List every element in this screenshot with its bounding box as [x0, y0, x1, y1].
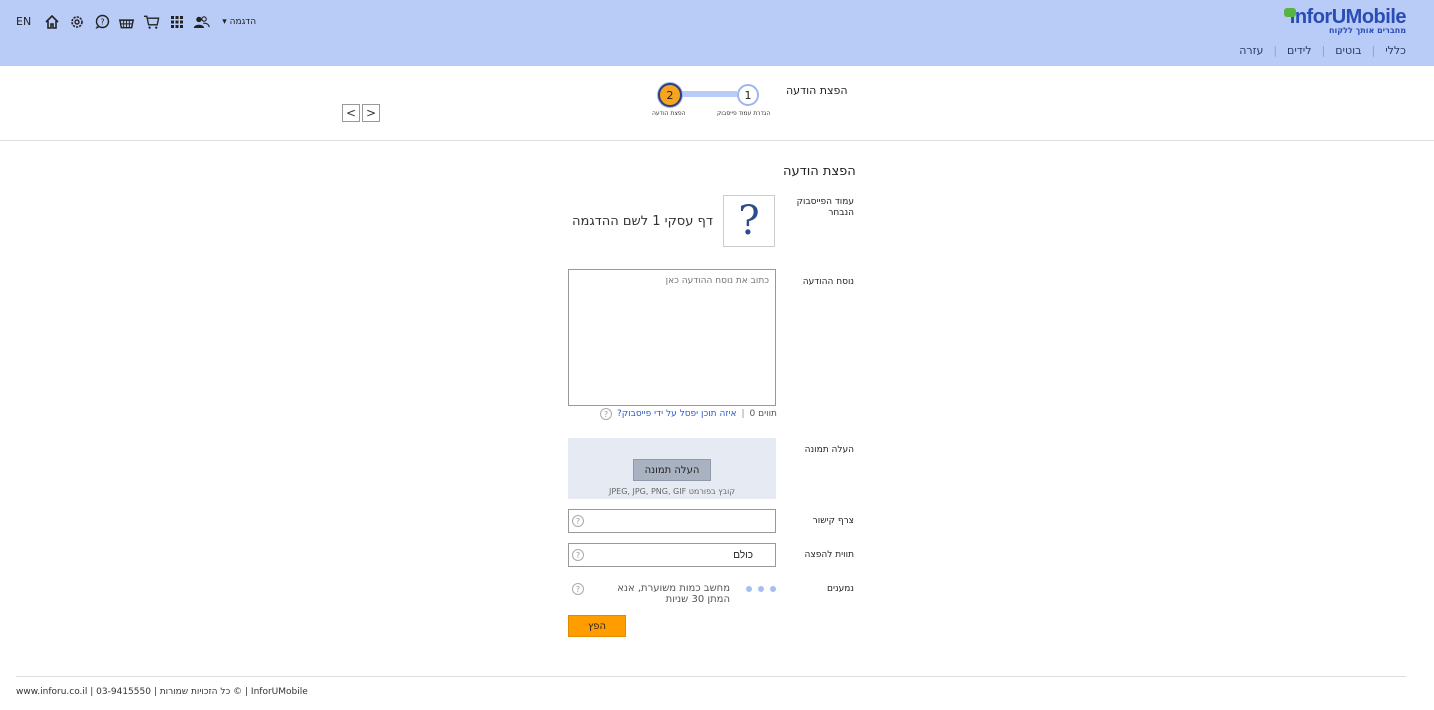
cart-icon[interactable] — [143, 13, 160, 30]
home-icon[interactable] — [43, 13, 60, 30]
question-mark-icon: ? — [738, 198, 760, 244]
publish-button[interactable]: הפץ — [568, 615, 626, 637]
recipients-status: מחשב כמות משוערת, אנא המתן 30 שניות — [617, 583, 730, 605]
message-textarea[interactable] — [568, 269, 776, 406]
wizard-step-2[interactable]: 2 — [658, 83, 682, 107]
gear-icon[interactable] — [68, 13, 85, 30]
help-icon[interactable]: ? — [572, 515, 584, 527]
nav-item-help[interactable]: עזרה — [1229, 44, 1273, 57]
users-icon[interactable] — [193, 13, 210, 30]
basket-icon[interactable] — [118, 13, 135, 30]
svg-text:?: ? — [100, 17, 104, 26]
rejected-content-link[interactable]: איזה תוכן יפסל על ידי פייסבוק? — [617, 409, 737, 419]
main-nav: כללי | בוטים | לידים | עזרה — [1229, 44, 1406, 57]
nav-item-general[interactable]: כללי — [1375, 44, 1406, 57]
wizard-step-1[interactable]: 1 — [737, 84, 759, 106]
image-upload-area[interactable]: העלה תמונה קובץ בפורמט JPEG, JPG, PNG, G… — [568, 438, 776, 499]
brand-logo[interactable]: InforUMobile מחברים אותך ללקוח — [1283, 6, 1407, 35]
upload-image-label: העלה תמונה — [804, 445, 854, 455]
tag-input[interactable] — [568, 543, 776, 567]
chat-icon[interactable]: ? — [93, 13, 110, 30]
attach-link-label: צרף קישור — [812, 516, 854, 526]
footer-divider — [16, 676, 1406, 677]
message-label: נוסח ההודעה — [802, 277, 854, 287]
apps-grid-icon[interactable] — [168, 13, 185, 30]
nav-item-leads[interactable]: לידים — [1277, 44, 1321, 57]
message-counter-row: ? איזה תוכן יפסל על ידי פייסבוק? | תווים… — [600, 408, 777, 420]
link-input[interactable] — [568, 509, 776, 533]
footer-text: www.inforu.co.il | 03-9415550 | כל הזכוי… — [16, 687, 308, 697]
page-avatar: ? — [723, 195, 775, 247]
nav-item-bots[interactable]: בוטים — [1325, 44, 1371, 57]
wizard-progress-bar — [681, 91, 737, 97]
selected-page-label: עמוד הפייסבוק הנבחר — [796, 197, 854, 218]
distribution-tag-label: תווית להפצה — [804, 550, 854, 560]
top-header: EN ? ▾ הדגמה InforUMobile מחברים אותך לל… — [0, 0, 1434, 66]
account-dropdown[interactable]: ▾ הדגמה — [222, 17, 256, 27]
char-count: תווים 0 — [749, 409, 777, 419]
section-title: הפצת הודעה — [783, 164, 856, 179]
logo-bubble-icon — [1283, 8, 1296, 17]
language-switch[interactable]: EN — [16, 15, 31, 28]
top-toolbar: EN ? ▾ הדגמה — [16, 13, 256, 30]
account-label: הדגמה — [229, 16, 257, 27]
help-icon[interactable]: ? — [572, 583, 584, 595]
wizard-step-2-label: הפצת הודעה — [652, 110, 686, 117]
upload-image-button[interactable]: העלה תמונה — [633, 459, 711, 481]
wizard-title: הפצת הודעה — [786, 84, 848, 97]
recipients-label: נמענים — [827, 584, 854, 594]
upload-formats-hint: קובץ בפורמט JPEG, JPG, PNG, GIF — [608, 487, 736, 496]
chevron-right-icon: > — [365, 106, 377, 120]
wizard-step-1-label: הגדרת עמוד פייסבוק — [717, 110, 771, 117]
wizard-header: הפצת הודעה — [0, 66, 1434, 141]
next-arrow-button[interactable]: > — [362, 104, 380, 122]
help-icon[interactable]: ? — [572, 549, 584, 561]
help-icon[interactable]: ? — [600, 408, 612, 420]
loading-dots-icon — [746, 586, 776, 592]
wizard-nav-arrows: < > — [342, 104, 380, 122]
prev-arrow-button[interactable]: < — [342, 104, 360, 122]
chevron-left-icon: < — [345, 106, 357, 120]
page-name: דף עסקי 1 לשם ההדגמה — [572, 214, 713, 229]
